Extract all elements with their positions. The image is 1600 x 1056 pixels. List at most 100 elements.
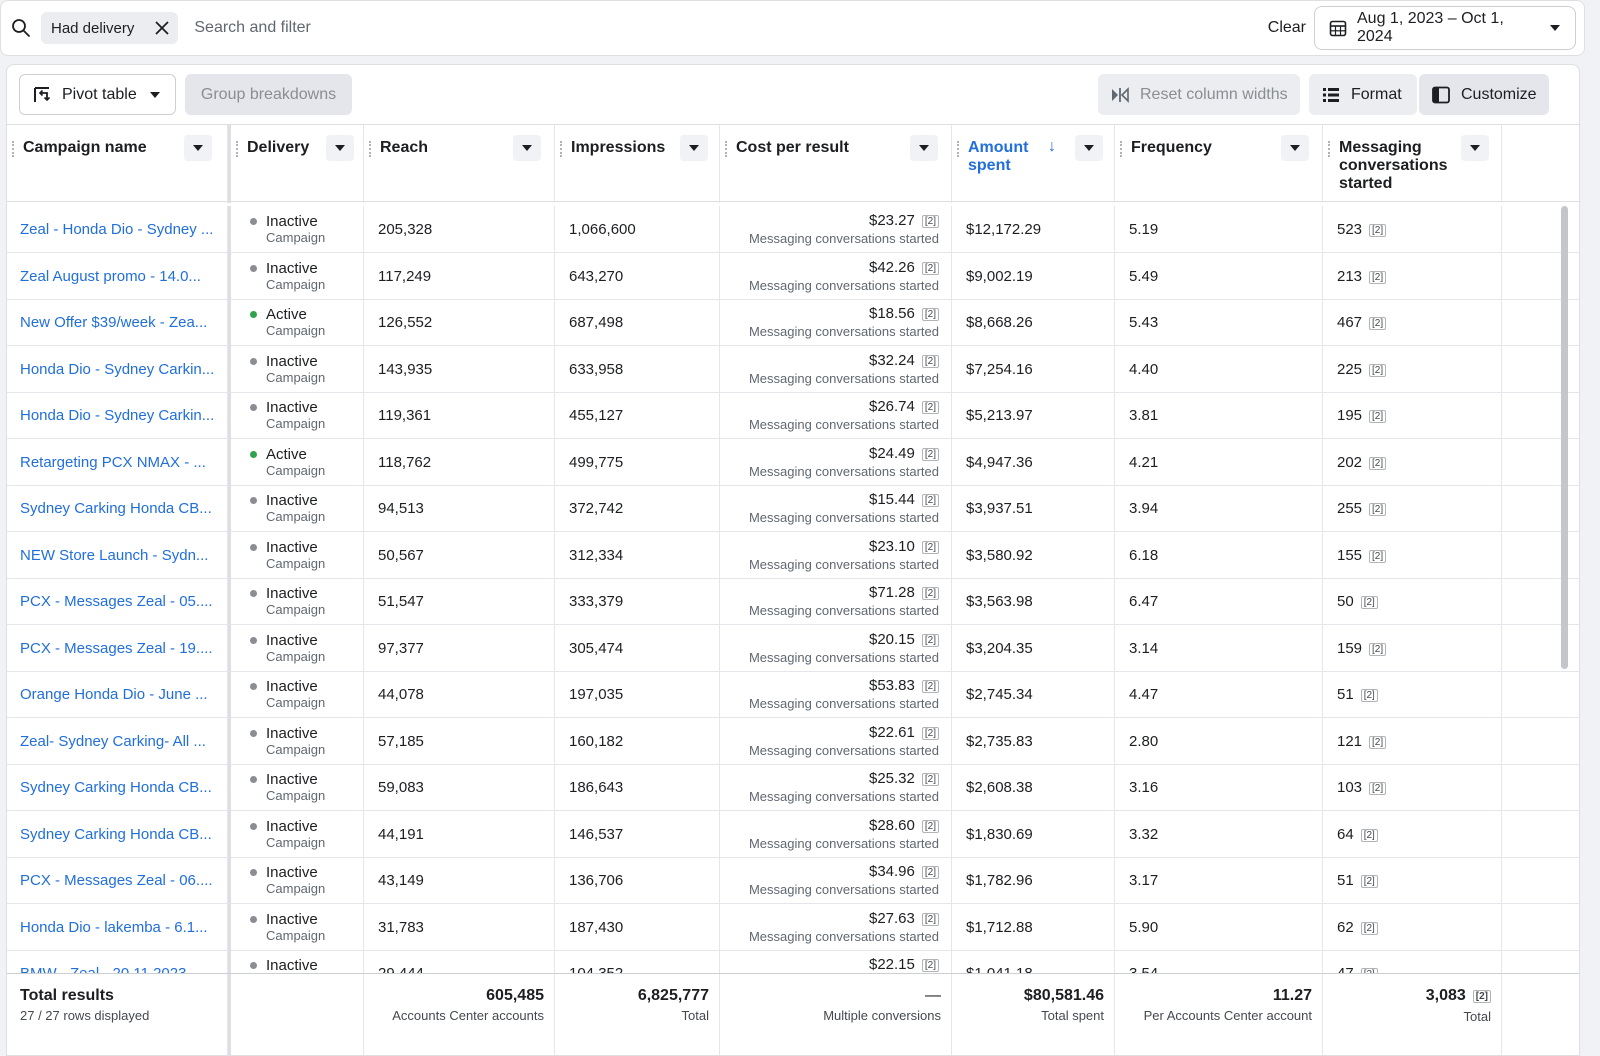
reset-column-widths-button[interactable]: Reset column widths — [1098, 74, 1300, 115]
column-header-delivery[interactable]: Delivery — [228, 125, 364, 203]
reference-marker[interactable]: [2] — [921, 447, 939, 461]
campaign-name-link[interactable]: PCX - Messages Zeal - 19.... — [20, 625, 215, 672]
table-row[interactable]: BMW - Zeal - 20.11.2023 InactiveCampaign2… — [7, 950, 1579, 973]
reference-marker[interactable]: [2] — [921, 633, 939, 647]
table-row[interactable]: Zeal - Honda Dio - Sydney ... Inactive Cam… — [7, 206, 1579, 253]
column-drag-handle[interactable] — [1120, 141, 1123, 157]
reference-marker[interactable]: [2] — [921, 401, 939, 414]
campaign-name-link[interactable]: Zeal - Honda Dio - Sydney ... — [20, 206, 215, 253]
reference-marker[interactable]: [2] — [921, 773, 939, 786]
reference-marker[interactable]: [2] — [921, 587, 939, 600]
column-menu-button[interactable] — [910, 135, 938, 161]
reference-marker[interactable]: [2] — [1369, 735, 1387, 749]
campaign-name-link[interactable]: BMW - Zeal - 20.11.2023 — [20, 950, 215, 973]
column-menu-button[interactable] — [1461, 135, 1489, 161]
reference-marker[interactable]: [2] — [1360, 689, 1378, 702]
reference-marker[interactable]: [2] — [921, 866, 939, 879]
table-row[interactable]: Zeal August promo - 14.0... Inactive Campa… — [7, 252, 1579, 300]
campaign-name-link[interactable]: Sydney Carking Honda CB... — [20, 485, 215, 532]
campaign-name-link[interactable]: Zeal- Sydney Carking- All ... — [20, 718, 215, 765]
clear-button[interactable]: Clear — [1268, 19, 1306, 37]
reference-marker[interactable]: [2] — [1369, 642, 1387, 656]
reference-marker[interactable]: [2] — [1360, 596, 1378, 609]
pivot-table-button[interactable]: Pivot table — [19, 74, 176, 115]
column-drag-handle[interactable] — [957, 141, 960, 157]
column-drag-handle[interactable] — [236, 141, 239, 157]
reference-marker[interactable]: [2] — [1369, 782, 1387, 795]
column-header-amount-spent[interactable]: Amount spent ↓ — [952, 125, 1115, 203]
reference-marker[interactable]: [2] — [921, 215, 939, 228]
reference-marker[interactable]: [2] — [1360, 921, 1378, 935]
column-menu-button[interactable] — [326, 135, 354, 161]
reference-marker[interactable]: [2] — [1369, 270, 1387, 284]
column-drag-handle[interactable] — [1328, 141, 1331, 157]
reference-marker[interactable]: [2] — [1369, 549, 1387, 563]
reference-marker[interactable]: [2] — [1360, 875, 1378, 888]
reference-marker[interactable]: [2] — [1369, 503, 1387, 516]
customize-button[interactable]: Customize — [1419, 74, 1549, 115]
reference-marker[interactable]: [2] — [921, 680, 939, 693]
table-row[interactable]: Honda Dio - Sydney Carkin... Inactive Camp… — [7, 392, 1579, 439]
date-range-picker[interactable]: Aug 1, 2023 – Oct 1, 2024 — [1314, 6, 1576, 50]
search-input[interactable] — [194, 19, 1268, 37]
reference-marker[interactable]: [2] — [921, 494, 939, 507]
column-header-campaign-name[interactable]: Campaign name — [7, 125, 228, 203]
campaign-name-link[interactable]: Honda Dio - lakemba - 6.1... — [20, 904, 215, 951]
campaign-name-link[interactable]: PCX - Messages Zeal - 05.... — [20, 578, 215, 625]
campaign-name-link[interactable]: Retargeting PCX NMAX - ... — [20, 439, 215, 486]
reference-marker[interactable]: [2] — [1369, 363, 1387, 377]
column-header-messaging-conversations[interactable]: Messaging conversations started — [1323, 125, 1502, 203]
campaign-name-link[interactable]: Honda Dio - Sydney Carkin... — [20, 346, 215, 393]
table-row[interactable]: NEW Store Launch - Sydn... Inactive Campai… — [7, 531, 1579, 579]
table-row[interactable]: Sydney Carking Honda CB... Inactive Campai… — [7, 810, 1579, 858]
reference-marker[interactable]: [2] — [921, 261, 939, 275]
campaign-name-link[interactable]: Sydney Carking Honda CB... — [20, 811, 215, 858]
table-row[interactable]: Honda Dio - Sydney Carkin... Inactive Camp… — [7, 345, 1579, 393]
campaign-name-link[interactable]: Zeal August promo - 14.0... — [20, 253, 215, 300]
reference-marker[interactable]: [2] — [921, 354, 939, 368]
column-menu-button[interactable] — [1075, 135, 1103, 161]
table-row[interactable]: Orange Honda Dio - June ... Inactive Campa… — [7, 671, 1579, 718]
column-header-frequency[interactable]: Frequency — [1115, 125, 1323, 203]
column-header-reach[interactable]: Reach — [364, 125, 555, 203]
campaign-name-link[interactable]: Orange Honda Dio - June ... — [20, 671, 215, 718]
reference-marker[interactable]: [2] — [921, 308, 939, 321]
vertical-scrollbar[interactable] — [1561, 206, 1568, 669]
reference-marker[interactable]: [2] — [921, 819, 939, 833]
column-drag-handle[interactable] — [560, 141, 563, 157]
table-row[interactable]: Retargeting PCX NMAX - ... Active Campaign… — [7, 438, 1579, 486]
table-row[interactable]: Honda Dio - lakemba - 6.1... Inactive Camp… — [7, 903, 1579, 951]
column-header-cost-per-result[interactable]: Cost per result — [720, 125, 952, 203]
table-row[interactable]: Zeal- Sydney Carking- All ... Inactive Cam… — [7, 717, 1579, 765]
reference-marker[interactable]: [2] — [1369, 410, 1387, 423]
table-row[interactable]: PCX - Messages Zeal - 05.... Inactive Camp… — [7, 578, 1579, 625]
reference-marker[interactable]: [2] — [921, 726, 939, 740]
column-menu-button[interactable] — [680, 135, 708, 161]
reference-marker[interactable]: [2] — [1369, 456, 1387, 470]
reference-marker[interactable]: [2] — [1369, 317, 1387, 330]
close-icon[interactable] — [154, 20, 170, 36]
column-menu-button[interactable] — [513, 135, 541, 161]
campaign-name-link[interactable]: Honda Dio - Sydney Carkin... — [20, 392, 215, 439]
reference-marker[interactable]: [2] — [1472, 990, 1491, 1003]
filter-chip[interactable]: Had delivery — [41, 12, 179, 44]
group-breakdowns-button[interactable]: Group breakdowns — [185, 74, 352, 115]
table-row[interactable]: Sydney Carking Honda CB... Inactive Campai… — [7, 485, 1579, 532]
campaign-name-link[interactable]: PCX - Messages Zeal - 06.... — [20, 857, 215, 904]
column-menu-button[interactable] — [184, 135, 212, 161]
column-header-impressions[interactable]: Impressions — [555, 125, 720, 203]
table-row[interactable]: PCX - Messages Zeal - 19.... Inactive Camp… — [7, 624, 1579, 672]
table-row[interactable]: PCX - Messages Zeal - 06.... Inactive Camp… — [7, 857, 1579, 904]
table-row[interactable]: New Offer $39/week - Zea... Active Campaig… — [7, 299, 1579, 346]
reference-marker[interactable]: [2] — [921, 540, 939, 554]
campaign-name-link[interactable]: NEW Store Launch - Sydn... — [20, 532, 215, 579]
format-button[interactable]: Format — [1309, 74, 1417, 115]
column-menu-button[interactable] — [1281, 135, 1309, 161]
sort-descending-icon[interactable]: ↓ — [1048, 138, 1056, 156]
column-drag-handle[interactable] — [725, 141, 728, 157]
table-row[interactable]: Sydney Carking Honda CB... Inactive Campai… — [7, 764, 1579, 811]
reference-marker[interactable]: [2] — [1360, 828, 1378, 842]
reference-marker[interactable]: [2] — [1369, 224, 1387, 237]
reference-marker[interactable]: [2] — [921, 912, 939, 926]
column-drag-handle[interactable] — [12, 141, 15, 157]
